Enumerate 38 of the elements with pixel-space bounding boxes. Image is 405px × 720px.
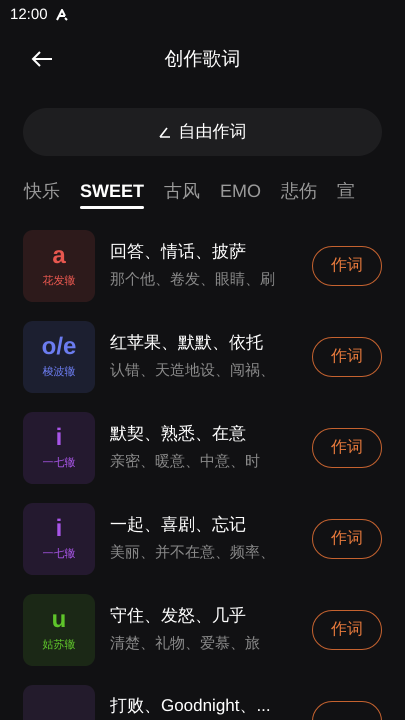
compose-button[interactable]: 作词 (312, 610, 382, 650)
example-words: 认错、天造地设、闯祸、 (110, 361, 275, 381)
example-words: 清楚、礼物、爱慕、旅 (110, 634, 260, 654)
free-lyrics-button[interactable]: 自由作词 (23, 108, 382, 156)
rhyme-words: 一起、喜剧、忘记 (110, 515, 246, 535)
category-tab[interactable]: SWEET (80, 178, 144, 209)
rhyme-letter: u (52, 606, 66, 634)
example-words: 亲密、暖意、中意、时 (110, 452, 260, 472)
pen-icon (158, 126, 170, 138)
category-tab[interactable]: EMO (220, 178, 262, 204)
rhyme-name: 梭波辙 (42, 365, 76, 380)
compose-button[interactable]: 作词 (312, 246, 382, 286)
compose-button[interactable]: 作词 (312, 337, 382, 377)
rhyme-name: 一七辙 (42, 456, 76, 472)
notification-icon (56, 9, 69, 21)
example-words: 美丽、并不在意、频率、 (110, 543, 275, 563)
rhyme-letter: i (56, 515, 62, 544)
back-icon[interactable] (31, 51, 53, 67)
rhyme-letter: a (52, 242, 66, 270)
rhyme-words: 回答、情话、披萨 (110, 242, 246, 262)
rhyme-letter: i (56, 424, 62, 452)
rhyme-words: 守住、发怒、几乎 (110, 606, 246, 626)
category-tab[interactable]: 快乐 (24, 178, 60, 204)
rhyme-letter: o/e (42, 333, 76, 362)
status-time: 12:00 (10, 4, 48, 25)
rhyme-name: 一七辙 (42, 547, 76, 562)
page-title: 创作歌词 (164, 48, 240, 72)
rhyme-words: 打败、Goodnight、... (110, 696, 271, 716)
category-tab[interactable]: 宣 (337, 178, 356, 204)
rhyme-name: 姑苏辙 (42, 638, 76, 654)
category-tab[interactable]: 古风 (164, 178, 200, 204)
compose-button[interactable]: 作词 (312, 519, 382, 559)
category-tab[interactable]: 悲伤 (281, 178, 318, 204)
rhyme-words: 默契、熟悉、在意 (110, 424, 246, 444)
rhyme-words: 红苹果、默默、依托 (110, 333, 263, 353)
rhyme-name: 花发辙 (42, 274, 76, 290)
example-words: 那个他、卷发、眼睛、刷 (110, 270, 275, 290)
compose-button[interactable]: 作词 (312, 428, 382, 468)
